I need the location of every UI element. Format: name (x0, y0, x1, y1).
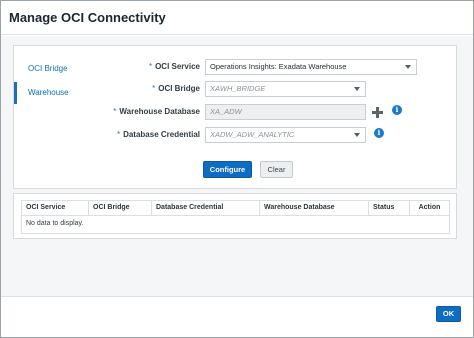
column-header-oci-service[interactable]: OCI Service (22, 201, 89, 215)
ok-button[interactable]: OK (436, 306, 461, 322)
oci-service-value: Operations Insights: Exadata Warehouse (210, 62, 347, 71)
database-credential-select[interactable]: XADW_ADW_ANALYTIC (205, 127, 366, 143)
plus-icon[interactable] (372, 107, 383, 118)
required-marker: * (113, 107, 117, 116)
empty-table-message: No data to display. (26, 220, 84, 227)
table-header-row: OCI Service OCI Bridge Database Credenti… (22, 201, 449, 216)
info-icon[interactable]: i (374, 128, 384, 138)
required-marker: * (152, 84, 156, 93)
column-header-warehouse-database[interactable]: Warehouse Database (260, 201, 369, 215)
configure-button[interactable]: Configure (203, 161, 252, 178)
warehouse-database-label: * Warehouse Database (113, 107, 200, 116)
connections-table: OCI Service OCI Bridge Database Credenti… (21, 200, 450, 234)
oci-bridge-select[interactable]: XAWH_BRIDGE (205, 81, 366, 97)
required-marker: * (148, 62, 153, 71)
column-header-status[interactable]: Status (369, 201, 410, 215)
clear-button[interactable]: Clear (260, 161, 293, 178)
dialog-footer (1, 296, 473, 337)
dialog-title: Manage OCI Connectivity (9, 10, 166, 25)
connections-table-panel: OCI Service OCI Bridge Database Credenti… (13, 193, 457, 239)
manage-oci-connectivity-dialog: Manage OCI Connectivity OCI Bridge Wareh… (0, 0, 474, 338)
warehouse-database-field: XA_ADW (205, 104, 366, 120)
column-header-action[interactable]: Action (410, 201, 449, 215)
nav-item-warehouse[interactable]: Warehouse (14, 82, 84, 104)
warehouse-database-value: XA_ADW (210, 107, 242, 116)
caret-down-icon (354, 133, 360, 137)
info-icon[interactable]: i (392, 105, 402, 115)
oci-bridge-value: XAWH_BRIDGE (210, 84, 266, 93)
nav-item-oci-bridge[interactable]: OCI Bridge (14, 64, 84, 78)
database-credential-value: XADW_ADW_ANALYTIC (210, 130, 295, 139)
column-header-oci-bridge[interactable]: OCI Bridge (89, 201, 152, 215)
column-header-database-credential[interactable]: Database Credential (152, 201, 260, 215)
required-marker: * (116, 130, 121, 139)
oci-service-label: * OCI Service (148, 62, 200, 71)
database-credential-label: * Database Credential (116, 130, 200, 139)
caret-down-icon (405, 65, 411, 69)
connectivity-form-panel: OCI Bridge Warehouse * OCI Service Operat… (13, 45, 457, 189)
oci-service-select[interactable]: Operations Insights: Exadata Warehouse (205, 59, 417, 75)
dialog-header: Manage OCI Connectivity (1, 1, 473, 35)
oci-bridge-label: * OCI Bridge (152, 84, 200, 93)
caret-down-icon (354, 87, 360, 91)
